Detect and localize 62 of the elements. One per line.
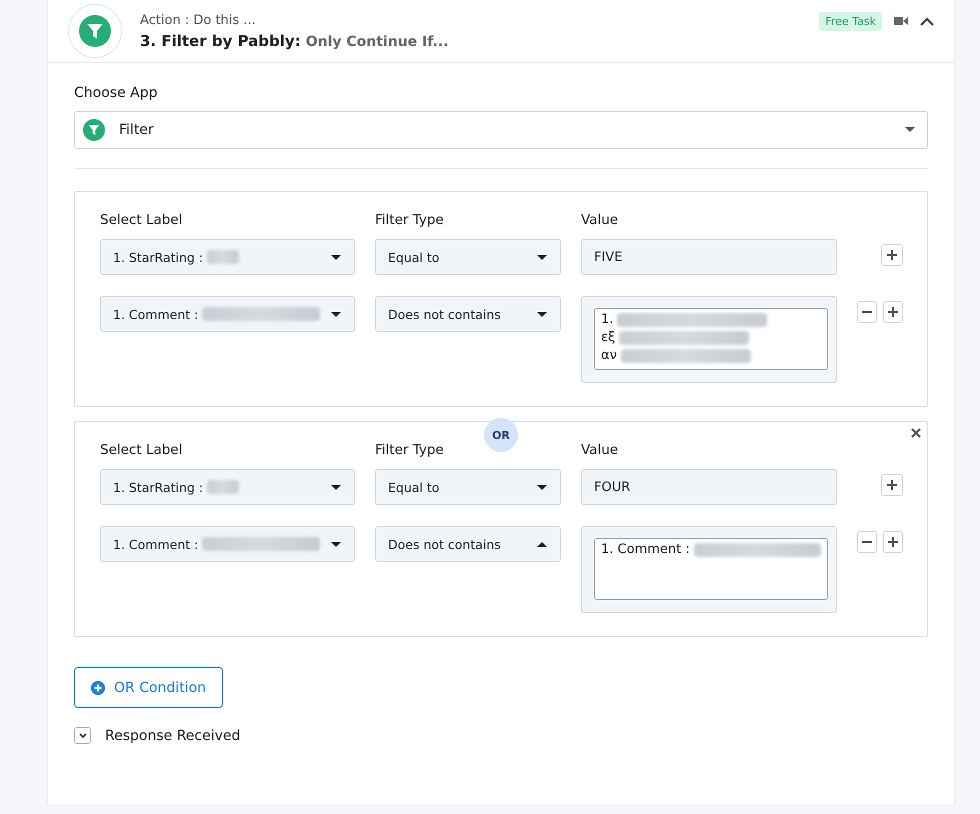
free-task-badge: Free Task bbox=[819, 12, 882, 30]
caret-down-icon bbox=[330, 254, 342, 260]
collapse-button[interactable] bbox=[920, 16, 934, 26]
add-button[interactable] bbox=[883, 531, 903, 553]
plus-circle-icon bbox=[91, 680, 105, 694]
value-textarea[interactable]: 1. Comment : bbox=[594, 538, 828, 600]
funnel-icon bbox=[83, 119, 105, 141]
field-label: Choose App bbox=[74, 85, 158, 101]
step-title: 3. Filter by Pabbly: bbox=[140, 32, 301, 50]
value-text: 1. Comment : bbox=[601, 541, 690, 559]
remove-button[interactable] bbox=[857, 531, 877, 553]
column-heading: Select Label bbox=[100, 442, 184, 458]
column-heading: Filter Type bbox=[375, 212, 445, 228]
column-heading: Select Label bbox=[100, 212, 184, 228]
caret-down-icon bbox=[330, 310, 342, 318]
plus-icon bbox=[888, 307, 898, 317]
redaction-blur bbox=[207, 250, 240, 264]
chevron-down-icon bbox=[78, 733, 86, 738]
caret-down-icon bbox=[905, 127, 915, 133]
column-heading: Filter Type bbox=[375, 442, 445, 458]
caret-down-icon bbox=[330, 484, 342, 490]
video-icon bbox=[894, 16, 908, 26]
plus-icon bbox=[887, 250, 897, 260]
filter-type-select[interactable]: Does not contains bbox=[375, 526, 561, 562]
response-label: Response Received bbox=[105, 728, 240, 744]
app-select[interactable]: Filter bbox=[74, 111, 928, 149]
filter-type-select[interactable]: Does not contains bbox=[375, 296, 561, 332]
add-button[interactable] bbox=[883, 301, 903, 323]
label-select[interactable]: 1. StarRating : bbox=[100, 469, 355, 505]
value-text: εξ bbox=[601, 329, 616, 347]
caret-down-icon bbox=[536, 484, 548, 490]
label-select[interactable]: 1. Comment : bbox=[100, 526, 355, 562]
chevron-up-icon bbox=[920, 16, 934, 26]
or-badge: OR bbox=[484, 418, 518, 452]
or-condition-button[interactable]: OR Condition bbox=[74, 667, 224, 708]
plus-icon bbox=[888, 537, 898, 547]
filter-type-select[interactable]: Equal to bbox=[375, 239, 561, 275]
value-field[interactable]: FOUR bbox=[581, 469, 837, 505]
filter-type-select[interactable]: Equal to bbox=[375, 469, 561, 505]
column-heading: Value bbox=[581, 212, 620, 228]
label-select[interactable]: 1. Comment : bbox=[100, 296, 355, 332]
value-textarea[interactable]: 1. εξ αν bbox=[594, 308, 828, 370]
funnel-icon bbox=[79, 15, 111, 47]
close-icon bbox=[911, 428, 921, 438]
remove-button[interactable] bbox=[857, 301, 877, 323]
step-subtitle: Action : Do this ... bbox=[140, 12, 257, 28]
value-field[interactable]: FIVE bbox=[581, 239, 837, 275]
step-description: Only Continue If... bbox=[306, 34, 449, 50]
caret-down-icon bbox=[536, 310, 548, 318]
caret-down-icon bbox=[330, 540, 342, 548]
caret-down-icon bbox=[536, 254, 548, 260]
column-heading: Value bbox=[581, 442, 620, 458]
add-button[interactable] bbox=[881, 244, 903, 266]
label-select[interactable]: 1. StarRating : bbox=[100, 239, 355, 275]
value-text: 1. bbox=[601, 311, 614, 329]
plus-icon bbox=[887, 480, 897, 490]
value-text: αν bbox=[601, 347, 617, 365]
expand-toggle[interactable] bbox=[74, 727, 91, 744]
redaction-blur bbox=[207, 480, 240, 494]
caret-up-icon bbox=[536, 540, 548, 548]
close-button[interactable] bbox=[911, 428, 921, 438]
add-button[interactable] bbox=[881, 474, 903, 496]
